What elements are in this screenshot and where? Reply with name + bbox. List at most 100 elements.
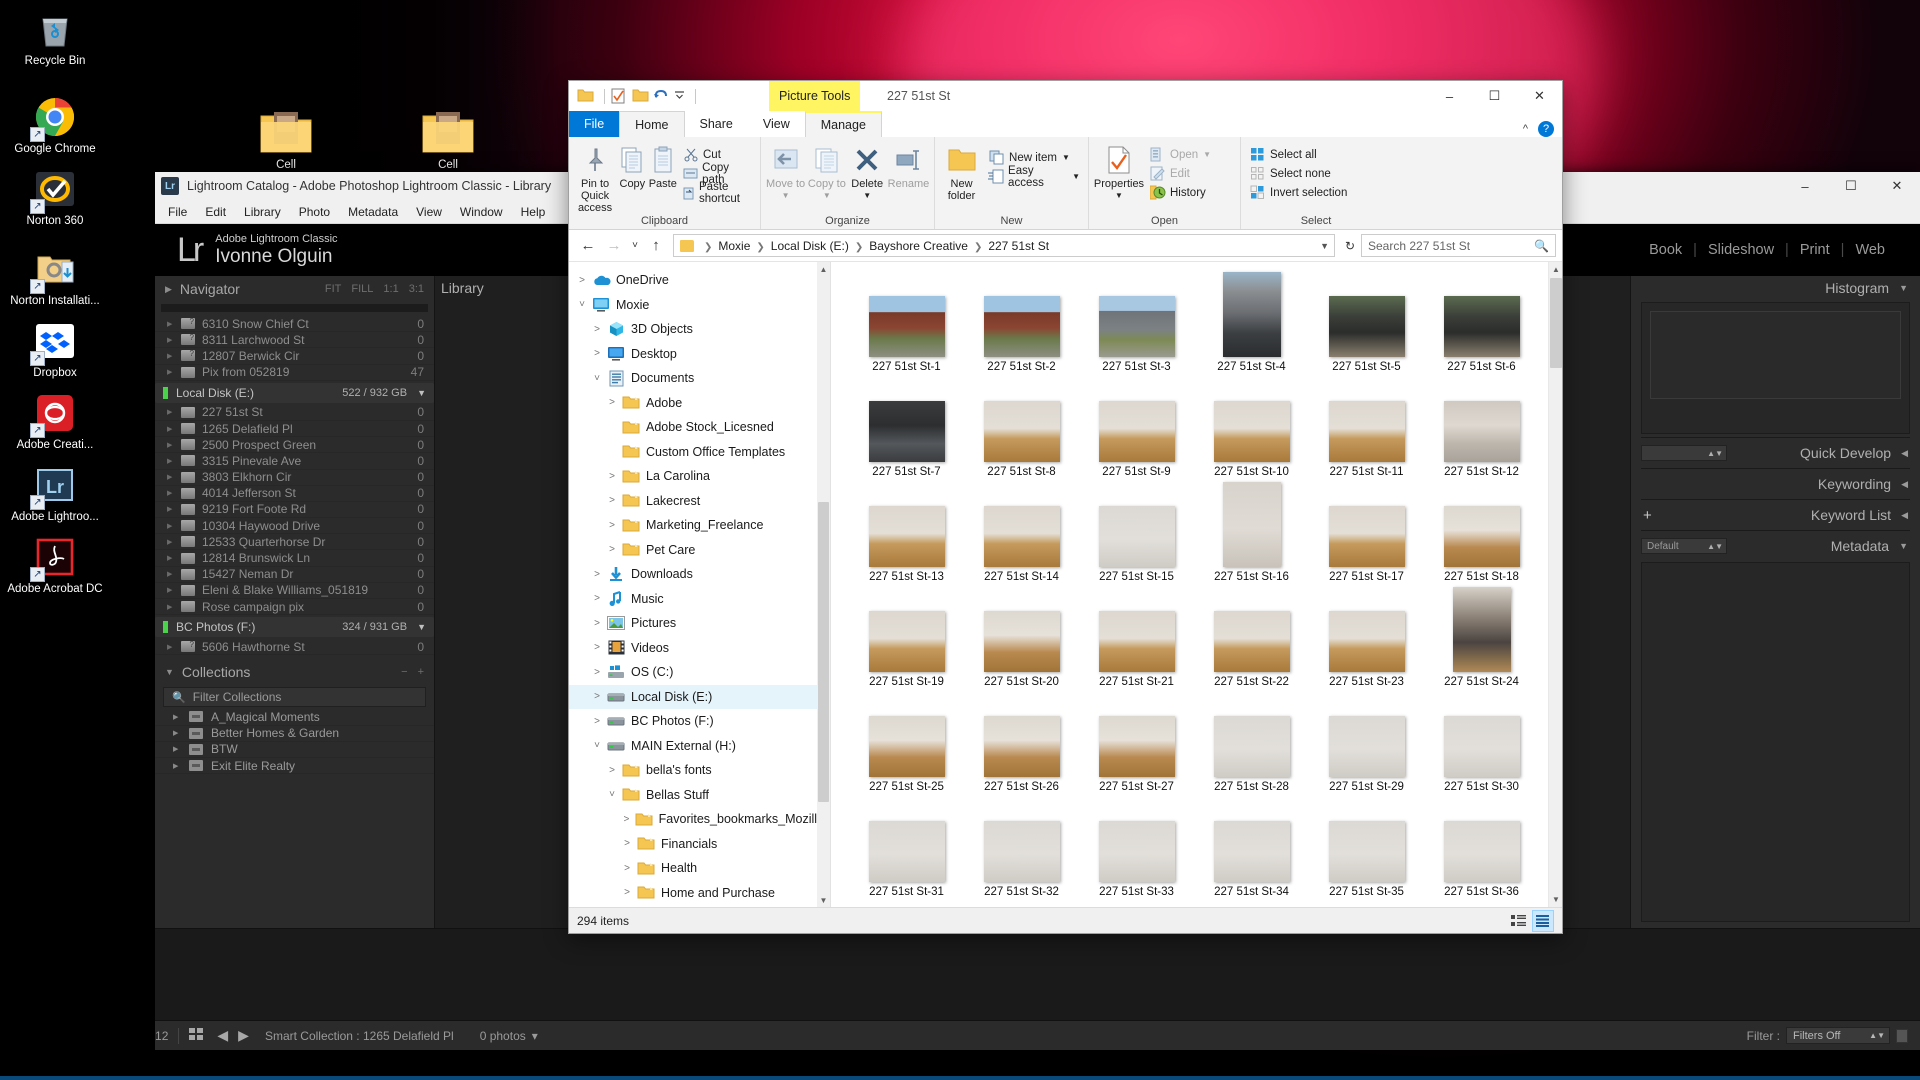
navigator-zoom-modes[interactable]: FITFILL1:13:1 [325,283,424,295]
large-icons-view-button[interactable] [1532,910,1554,932]
breadcrumb-separator-icon[interactable]: ❯ [704,242,712,253]
lightroom-filmstrip[interactable] [155,928,1920,1020]
tree-item-main-external-h[interactable]: ˅MAIN External (H:) [569,734,830,759]
new-folder-quick-icon[interactable] [632,88,649,105]
tree-item-marketing-freelance[interactable]: ˃Marketing_Freelance [569,513,830,538]
metadata-preset-select[interactable]: Default ▲▼ [1641,538,1727,554]
lightroom-menu-help[interactable]: Help [512,203,555,221]
tree-item-os-c[interactable]: ˃OS (C:) [569,660,830,685]
thumbnail-item[interactable]: 227 51st St-15 [1079,482,1194,583]
keyword-add-icon[interactable]: + [1643,507,1652,524]
tree-expander-icon[interactable]: ˅ [573,299,591,310]
desktop-icon-norton-installation[interactable]: ↗Norton Installati... [5,246,105,308]
back-button[interactable]: ← [575,233,601,259]
tab-file[interactable]: File [569,111,619,137]
content-scroll-thumb[interactable] [1550,278,1562,368]
drive-e-chevron-icon[interactable]: ▼ [417,388,426,398]
properties-quick-icon[interactable] [611,88,628,105]
thumbnail-item[interactable]: 227 51st St-26 [964,692,1079,793]
lightroom-folder-row[interactable]: ▶Rose campaign pix0 [155,599,434,615]
tree-item-moxie[interactable]: ˅Moxie [569,293,830,318]
tree-expander-icon[interactable]: ˃ [603,471,621,482]
navigator-zoom-3-1[interactable]: 3:1 [409,283,424,295]
quick-develop-disclosure-icon[interactable]: ◀ [1901,448,1908,459]
lightroom-collection-row[interactable]: ▶Better Homes & Garden [155,726,434,742]
explorer-maximize-button[interactable]: ☐ [1472,81,1517,111]
navigator-zoom-fit[interactable]: FIT [325,283,342,295]
lightroom-collection-row[interactable]: ▶Exit Elite Realty [155,758,434,774]
file-list-view[interactable]: 227 51st St-1227 51st St-2227 51st St-32… [831,262,1562,907]
tree-item-onedrive[interactable]: ˃OneDrive [569,268,830,293]
lightroom-folder-row[interactable]: ▶8311 Larchwood St0 [155,332,434,348]
keyword-list-disclosure-icon[interactable]: ◀ [1901,510,1908,521]
folder-disclosure-icon[interactable]: ▶ [167,441,181,449]
thumbnail-item[interactable]: 227 51st St-32 [964,797,1079,898]
navigator-disclosure-icon[interactable]: ▶ [165,284,172,295]
breadcrumb-item[interactable]: Bayshore Creative [869,239,968,253]
details-view-button[interactable] [1508,910,1530,932]
lightroom-folder-row[interactable]: ▶6310 Snow Chief Ct0 [155,316,434,332]
copy-to-caret-icon[interactable]: ▼ [823,190,831,202]
metadata-disclosure-icon[interactable]: ▼ [1899,541,1908,551]
lightroom-menu-edit[interactable]: Edit [196,203,235,221]
thumbnail-item[interactable]: 227 51st St-35 [1309,797,1424,898]
desktop-icon-norton-360[interactable]: ↗Norton 360 [5,166,105,228]
folder-disclosure-icon[interactable]: ▶ [167,352,181,360]
breadcrumb-item[interactable]: 227 51st St [988,239,1049,253]
content-scrollbar[interactable]: ▲ ▼ [1548,262,1562,907]
tree-item-pet-care[interactable]: ˃Pet Care [569,538,830,563]
tree-item-bc-photos-f[interactable]: ˃BC Photos (F:) [569,709,830,734]
lightroom-close-button[interactable]: ✕ [1874,172,1920,200]
collections-remove-icon[interactable]: − [401,666,407,678]
lightroom-folder-row[interactable]: ▶3803 Elkhorn Cir0 [155,470,434,486]
tree-item-downloads[interactable]: ˃Downloads [569,562,830,587]
collection-disclosure-icon[interactable]: ▶ [173,745,189,753]
tree-item-adobe[interactable]: ˃Adobe [569,391,830,416]
page-number-1[interactable]: 1 [155,1029,162,1043]
lightroom-folder-row[interactable]: ▶5606 Hawthorne St0 [155,639,434,655]
new-item-caret-icon[interactable]: ▼ [1062,153,1070,162]
lightroom-module-slideshow[interactable]: Slideshow [1697,242,1785,258]
thumbnail-item[interactable]: 227 51st St-22 [1194,587,1309,688]
thumbnail-item[interactable]: 227 51st St-36 [1424,797,1539,898]
tab-share[interactable]: Share [685,111,748,137]
breadcrumb-chevron-down-icon[interactable]: ▼ [1320,241,1329,251]
tree-expander-icon[interactable]: ˃ [603,495,621,506]
tree-item-pictures[interactable]: ˃Pictures [569,611,830,636]
forward-button[interactable]: → [601,233,627,259]
lightroom-folder-row[interactable]: ▶Eleni & Blake Williams_0518190 [155,583,434,599]
breadcrumb-separator-icon[interactable]: ❯ [855,242,863,253]
lightroom-menu-library[interactable]: Library [235,203,290,221]
folder-disclosure-icon[interactable]: ▶ [167,473,181,481]
lightroom-folder-row[interactable]: ▶12807 Berwick Cir0 [155,348,434,364]
tree-item-lakecrest[interactable]: ˃Lakecrest [569,489,830,514]
desktop-icon-google-chrome[interactable]: ↗Google Chrome [5,94,105,156]
lightroom-collection-row[interactable]: ▶A_Magical Moments [155,709,434,725]
tree-expander-icon[interactable]: ˃ [588,716,606,727]
histogram-disclosure-icon[interactable]: ▼ [1899,283,1908,293]
keywording-disclosure-icon[interactable]: ◀ [1901,479,1908,490]
thumbnail-item[interactable]: 227 51st St-30 [1424,692,1539,793]
folder-disclosure-icon[interactable]: ▶ [167,425,181,433]
metadata-header[interactable]: Default ▲▼ Metadata ▼ [1631,534,1920,558]
thumbnail-item[interactable]: 227 51st St-3 [1079,272,1194,373]
folder-disclosure-icon[interactable]: ▶ [167,320,181,328]
file-explorer-window[interactable]: Picture Tools 227 51st St – ☐ ✕ File Hom… [568,80,1563,934]
help-icon[interactable]: ? [1538,121,1554,137]
folder-disclosure-icon[interactable]: ▶ [167,586,181,594]
folder-disclosure-icon[interactable]: ▶ [167,603,181,611]
tree-item-health[interactable]: ˃Health [569,856,830,881]
thumbnail-item[interactable]: 227 51st St-5 [1309,272,1424,373]
properties-caret-icon[interactable]: ▼ [1115,190,1123,202]
open-button[interactable]: Open ▼ [1145,145,1215,164]
keyword-list-header[interactable]: + Keyword List ◀ [1631,503,1920,527]
taskbar[interactable] [0,1076,1920,1080]
breadcrumb[interactable]: ❯Moxie❯Local Disk (E:)❯Bayshore Creative… [673,234,1335,257]
tree-item-ico-yard-and-project[interactable]: ˃ICO Yard and Project [569,905,830,907]
lightroom-folder-row[interactable]: ▶12533 Quarterhorse Dr0 [155,534,434,550]
filter-select[interactable]: Filters Off ▲▼ [1786,1027,1890,1044]
folder-disclosure-icon[interactable]: ▶ [167,538,181,546]
tree-item-local-disk-e[interactable]: ˃Local Disk (E:) [569,685,830,710]
tree-item-home-and-purchase[interactable]: ˃Home and Purchase [569,881,830,906]
tree-item-financials[interactable]: ˃Financials [569,832,830,857]
